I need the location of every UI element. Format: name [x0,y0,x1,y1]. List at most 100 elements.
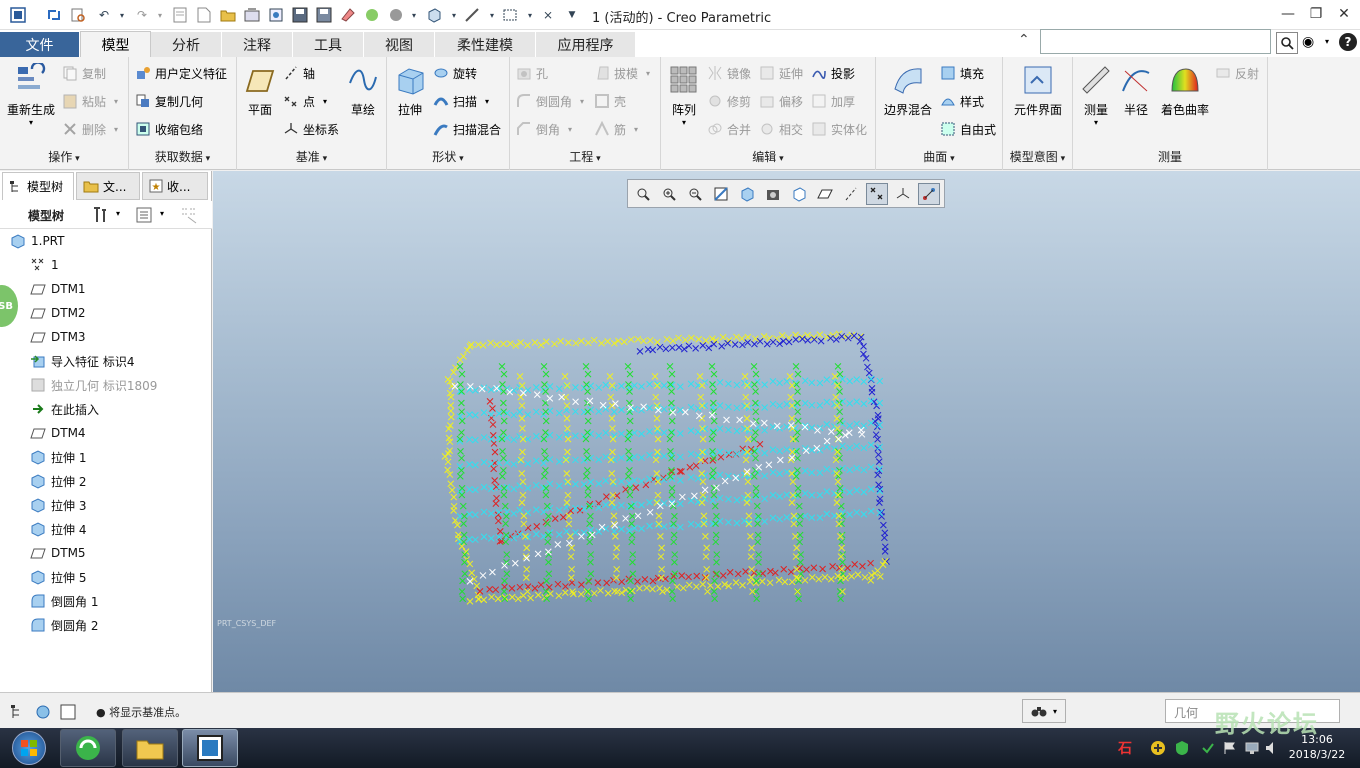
tab-applications[interactable]: 应用程序 [536,32,636,57]
display-dropdown-icon[interactable]: ▾ [404,5,424,25]
search-button[interactable] [1276,32,1298,54]
saved-orientations-icon[interactable] [736,183,758,205]
tab-model-tree[interactable]: 模型树 [2,172,74,200]
shell-button[interactable]: 壳 [594,91,626,111]
group-shape-label[interactable]: 形状 [387,148,509,165]
tab-view[interactable]: 视图 [364,32,435,57]
tray-shield-icon[interactable] [1174,740,1190,756]
tab-flexible-modeling[interactable]: 柔性建模 [435,32,536,57]
tab-file[interactable]: 文件 [0,32,80,57]
intersect-button[interactable]: 相交 [759,119,803,139]
display-sphere-icon[interactable] [386,5,406,25]
regenerate-button[interactable]: 重新生成 ▾ [6,63,56,127]
tree-node-extrude[interactable]: 拉伸 4 [30,518,86,540]
tree-node-datum[interactable]: DTM1 [30,278,86,300]
view-dropdown-icon[interactable]: ▾ [444,5,464,25]
group-surface-label[interactable]: 曲面 [876,148,1002,165]
group-edit-label[interactable]: 编辑 [661,148,875,165]
navigator-toggle-icon[interactable] [10,704,26,720]
measure-button[interactable]: 测量 ▾ [1077,63,1115,127]
close-window-icon[interactable]: ⨯ [538,5,558,25]
sketch-button[interactable]: 草绘 [343,63,383,118]
revolve-button[interactable]: 旋转 [433,63,477,83]
tree-node-extrude[interactable]: 拉伸 3 [30,494,86,516]
view-manager-icon[interactable] [762,183,784,205]
zoom-out-icon[interactable] [684,183,706,205]
sweep-blend-button[interactable]: 扫描混合 [433,119,501,139]
repaint-icon[interactable] [710,183,732,205]
copy-button[interactable]: 复制 [62,63,106,83]
display-style-icon[interactable] [788,183,810,205]
group-get-data-label[interactable]: 获取数据 [129,148,236,165]
refit-icon[interactable] [632,183,654,205]
tab-folder-browser[interactable]: 文... [76,172,140,200]
paste-button[interactable]: 粘贴 ▾ [62,91,118,111]
graphics-viewport[interactable]: PRT_CSYS_DEF [213,171,1360,692]
ime-icon[interactable]: ⽯ [1118,738,1132,758]
redo-dropdown-icon[interactable]: ▾ [150,5,170,25]
save-icon[interactable] [290,5,310,25]
datum-point-button[interactable]: 点 ▾ [283,91,327,111]
close-button[interactable]: ✕ [1331,3,1357,25]
solidify-button[interactable]: 实体化 [811,119,867,139]
minimize-button[interactable]: — [1275,3,1301,25]
pattern-button[interactable]: 阵列 ▾ [665,63,703,127]
save-copy-icon[interactable] [314,5,334,25]
group-model-intent-label[interactable]: 模型意图 [1003,148,1072,165]
round-button[interactable]: 倒圆角 ▾ [516,91,584,111]
reflect-button[interactable]: 反射 [1215,63,1259,83]
working-dir-icon[interactable] [242,5,262,25]
udf-button[interactable]: 用户定义特征 [135,63,227,83]
shade-sphere-icon[interactable] [362,5,382,25]
regenerate-icon[interactable] [44,5,64,25]
datum-plane-display-icon[interactable] [814,183,836,205]
datum-axis-button[interactable]: 轴 [283,63,315,83]
tree-columns-dropdown-icon[interactable]: ▾ [160,209,164,218]
community-icon[interactable]: ◉ [1302,34,1314,50]
tree-node-datum[interactable]: DTM4 [30,422,86,444]
tree-node-datum[interactable]: DTM2 [30,302,86,324]
undo-dropdown-icon[interactable]: ▾ [112,5,132,25]
undo-icon[interactable]: ↶ [94,5,114,25]
select-dropdown-icon[interactable]: ▾ [520,5,540,25]
extrude-button[interactable]: 拉伸 [391,63,429,118]
project-button[interactable]: 投影 [811,63,855,83]
view-cube-icon[interactable] [424,5,444,25]
redo-icon[interactable]: ↷ [132,5,152,25]
search-input[interactable] [1040,29,1271,54]
tray-flag-icon[interactable] [1222,740,1238,756]
erase-icon[interactable] [338,5,358,25]
tree-settings-icon[interactable] [92,206,108,224]
find-button[interactable]: ▾ [1022,699,1066,723]
group-engineering-label[interactable]: 工程 [510,148,660,165]
mirror-button[interactable]: 镜像 [707,63,751,83]
copy-geometry-button[interactable]: 复制几何 [135,91,203,111]
tree-node-independent-geometry[interactable]: 独立几何 标识1809 [30,374,157,396]
freestyle-button[interactable]: 自由式 [940,119,996,139]
tree-filter-icon[interactable] [180,206,198,224]
shade-curvature-button[interactable]: 着色曲率 [1157,63,1213,118]
tray-network-icon[interactable] [1244,740,1260,756]
group-operations-label[interactable]: 操作 [0,148,128,165]
component-interface-button[interactable]: 元件界面 [1009,63,1067,118]
tree-node-round[interactable]: 倒圆角 1 [30,590,98,612]
boundary-blend-button[interactable]: 边界混合 [880,63,936,118]
tray-volume-icon[interactable] [1264,740,1280,756]
hole-button[interactable]: 孔 [516,63,548,83]
doc-icon[interactable] [170,5,190,25]
open-folder-icon[interactable] [218,5,238,25]
open-icon[interactable] [266,5,286,25]
group-datum-label[interactable]: 基准 [237,148,386,165]
radius-button[interactable]: 半径 [1117,63,1155,118]
zoom-in-icon[interactable] [658,183,680,205]
tree-node-extrude[interactable]: 拉伸 1 [30,446,86,468]
shrinkwrap-button[interactable]: 收缩包络 [135,119,203,139]
app-menu-icon[interactable] [8,5,28,25]
tree-node-extrude[interactable]: 拉伸 2 [30,470,86,492]
style-button[interactable]: 样式 [940,91,984,111]
rib-button[interactable]: 筋 ▾ [594,119,638,139]
tab-annotate[interactable]: 注释 [222,32,293,57]
fill-button[interactable]: 填充 [940,63,984,83]
trim-button[interactable]: 修剪 [707,91,751,111]
help-icon[interactable]: ? [1339,33,1357,51]
